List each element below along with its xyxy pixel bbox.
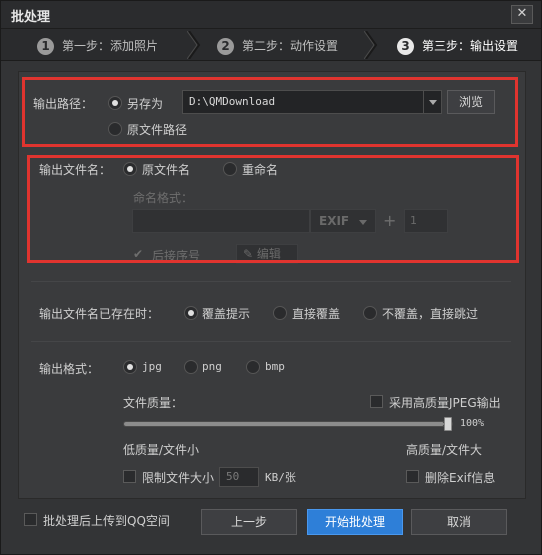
high-jpeg-checkbox[interactable]: [370, 395, 383, 408]
jpg-radio[interactable]: [123, 360, 137, 374]
jpg-label[interactable]: jpg: [142, 360, 162, 373]
edit-label: 编辑: [256, 247, 281, 261]
output-path-label: 输出路径：: [33, 97, 94, 111]
overwrite-direct-radio[interactable]: [273, 306, 287, 320]
file-quality-label: 文件质量：: [123, 396, 184, 410]
output-path-combo[interactable]: D:\QMDownload: [182, 90, 442, 114]
low-quality-label: 低质量/文件小: [123, 443, 200, 457]
high-jpeg-label[interactable]: 采用高质量JPEG输出: [389, 394, 501, 411]
check-icon: ✔: [133, 247, 144, 261]
chevron-right-icon: [364, 31, 378, 59]
edit-button[interactable]: ✎ 编辑: [236, 244, 298, 264]
step-1[interactable]: 1 第一步：添加照片: [37, 36, 158, 56]
divider: [31, 281, 511, 282]
delete-exif-checkbox[interactable]: [406, 470, 419, 483]
chevron-down-icon: [359, 220, 367, 225]
seq-start-value: 1: [410, 214, 417, 227]
window-title: 批处理: [11, 10, 51, 25]
exif-label: EXIF: [319, 214, 350, 228]
chevron-right-icon: [187, 31, 201, 59]
overwrite-direct-label[interactable]: 直接覆盖: [292, 305, 340, 322]
size-limit-value: 50: [226, 470, 240, 483]
edit-icon: ✎: [243, 247, 254, 261]
limit-size-checkbox[interactable]: [123, 470, 136, 483]
seq-start-field[interactable]: 1: [404, 209, 448, 233]
png-radio[interactable]: [184, 360, 198, 374]
suffix-seq-label[interactable]: 后接序号: [152, 247, 200, 264]
step-3-number: 3: [397, 38, 414, 55]
prev-step-button[interactable]: 上一步: [201, 509, 297, 535]
file-exists-label: 输出文件名已存在时：: [39, 307, 160, 321]
chevron-down-icon[interactable]: [423, 91, 441, 113]
original-name-radio[interactable]: [123, 162, 137, 176]
high-quality-label: 高质量/文件大: [406, 443, 483, 457]
upload-qq-checkbox[interactable]: [24, 513, 37, 526]
skip-label[interactable]: 不覆盖，直接跳过: [382, 305, 478, 322]
step-2-label: 第二步：动作设置: [242, 39, 339, 53]
step-bar: 1 第一步：添加照片 2 第二步：动作设置 3 第三步：输出设置: [1, 29, 541, 61]
rename-label[interactable]: 重命名: [242, 161, 278, 178]
original-path-radio[interactable]: [108, 122, 122, 136]
naming-format-label: 命名格式：: [133, 191, 194, 205]
size-limit-input[interactable]: 50: [219, 467, 259, 487]
overwrite-prompt-radio[interactable]: [184, 306, 198, 320]
output-filename-label: 输出文件名：: [39, 163, 112, 177]
bmp-radio[interactable]: [246, 360, 260, 374]
browse-button[interactable]: 浏览: [447, 90, 495, 114]
output-path-value: D:\QMDownload: [189, 95, 276, 108]
batch-process-dialog: 批处理 ✕ 1 第一步：添加照片 2 第二步：动作设置 3 第三步：输出设置 输出路径…: [0, 0, 542, 555]
title-bar: 批处理 ✕: [1, 1, 541, 29]
original-path-label[interactable]: 原文件路径: [127, 121, 187, 138]
overwrite-prompt-label[interactable]: 覆盖提示: [202, 305, 250, 322]
quality-slider[interactable]: [123, 417, 453, 431]
save-as-label[interactable]: 另存为: [127, 95, 163, 112]
step-2[interactable]: 2 第二步：动作设置: [217, 36, 338, 56]
png-label[interactable]: png: [202, 360, 222, 373]
step-1-label: 第一步：添加照片: [62, 39, 159, 53]
rename-radio[interactable]: [223, 162, 237, 176]
close-button[interactable]: ✕: [511, 5, 533, 24]
step-2-number: 2: [217, 38, 234, 55]
quality-slider-fill: [124, 422, 444, 426]
limit-size-label[interactable]: 限制文件大小: [142, 469, 214, 486]
upload-qq-label[interactable]: 批处理后上传到QQ空间: [43, 512, 170, 529]
plus-icon: +: [383, 211, 397, 230]
bmp-label[interactable]: bmp: [265, 360, 285, 373]
divider: [31, 341, 511, 342]
exif-dropdown[interactable]: EXIF: [310, 209, 376, 233]
naming-format-field[interactable]: [132, 209, 310, 233]
step-3-label: 第三步：输出设置: [422, 39, 519, 53]
output-format-label: 输出格式：: [39, 362, 100, 376]
step-3[interactable]: 3 第三步：输出设置: [397, 36, 518, 56]
delete-exif-label[interactable]: 删除Exif信息: [425, 469, 495, 486]
quality-percent: 100%: [460, 418, 485, 429]
start-batch-button[interactable]: 开始批处理: [307, 509, 403, 535]
cancel-button[interactable]: 取消: [411, 509, 507, 535]
settings-panel: [18, 71, 526, 499]
quality-slider-thumb[interactable]: [444, 417, 452, 431]
save-as-radio[interactable]: [108, 96, 122, 110]
size-unit-label: KB/张: [265, 471, 296, 484]
skip-radio[interactable]: [363, 306, 377, 320]
original-name-label[interactable]: 原文件名: [142, 161, 190, 178]
step-1-number: 1: [37, 38, 54, 55]
